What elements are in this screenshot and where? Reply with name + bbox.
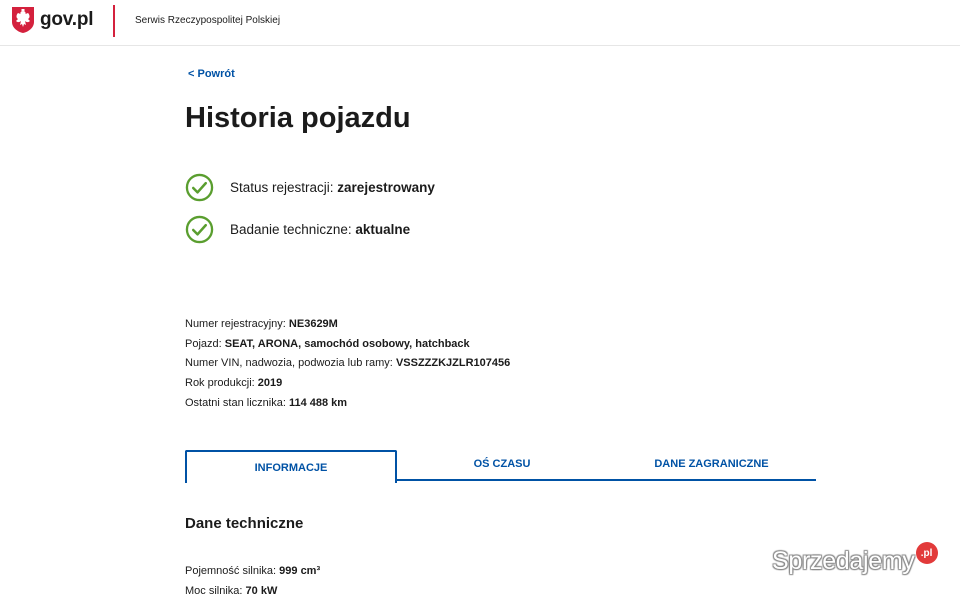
engine-power-value: 70 kW (245, 585, 278, 596)
back-link[interactable]: < Powrót (188, 68, 235, 80)
watermark-badge: .pl (915, 542, 938, 564)
inspection-status: Badanie techniczne: aktualne (185, 214, 410, 244)
site-header: gov.pl Serwis Rzeczypospolitej Polskiej (0, 0, 960, 46)
service-name: Serwis Rzeczypospolitej Polskiej (135, 15, 281, 26)
registration-number-value: NE3629M (288, 318, 338, 330)
production-year-value: 2019 (257, 377, 283, 389)
vehicle-tabs: INFORMACJE OŚ CZASU DANE ZAGRANICZNE (185, 448, 816, 483)
engine-capacity: Pojemność silnika: 999 cm³ (185, 564, 320, 578)
odometer-label: Ostatni stan licznika: (185, 397, 289, 409)
vin-number: Numer VIN, nadwozia, podwozia lub ramy: … (185, 356, 510, 370)
registration-status-value: zarejestrowany (337, 179, 435, 195)
inspection-status-value: aktualne (355, 221, 411, 237)
watermark-text: Sprzedajemy (772, 546, 915, 575)
odometer-value: 114 488 km (288, 397, 348, 409)
production-year-label: Rok produkcji: (185, 377, 258, 389)
tab-os-czasu[interactable]: OŚ CZASU (397, 448, 607, 479)
vin-label: Numer VIN, nadwozia, podwozia lub ramy: (185, 357, 396, 369)
tab-dane-zagraniczne[interactable]: DANE ZAGRANICZNE (607, 448, 816, 479)
engine-power: Moc silnika: 70 kW (185, 584, 277, 596)
gov-pl-logo[interactable]: gov.pl (40, 9, 94, 31)
sprzedajemy-watermark: Sprzedajemy .pl (772, 542, 938, 578)
production-year: Rok produkcji: 2019 (185, 376, 282, 390)
registration-status: Status rejestracji: zarejestrowany (185, 172, 435, 202)
vin-value: VSSZZZKJZLR107456 (395, 357, 511, 369)
check-circle-icon (185, 215, 214, 243)
engine-capacity-value: 999 cm³ (279, 565, 321, 577)
vehicle-value: SEAT, ARONA, samochód osobowy, hatchback (224, 338, 470, 350)
page-title: Historia pojazdu (185, 102, 411, 134)
registration-number: Numer rejestracyjny: NE3629M (185, 317, 338, 331)
registration-status-label: Status rejestracji: (230, 179, 338, 195)
vehicle-label: Pojazd: (185, 338, 225, 350)
registration-number-label: Numer rejestracyjny: (185, 318, 289, 330)
engine-capacity-label: Pojemność silnika: (185, 565, 280, 577)
polish-eagle-emblem-icon[interactable] (11, 6, 35, 34)
technical-data-heading: Dane techniczne (185, 515, 304, 532)
vehicle-description: Pojazd: SEAT, ARONA, samochód osobowy, h… (185, 337, 470, 351)
engine-power-label: Moc silnika: (185, 585, 246, 596)
header-divider (113, 5, 115, 37)
inspection-status-label: Badanie techniczne: (230, 221, 356, 237)
odometer-reading: Ostatni stan licznika: 114 488 km (185, 396, 347, 410)
tab-informacje[interactable]: INFORMACJE (185, 450, 397, 483)
check-circle-icon (185, 173, 214, 201)
